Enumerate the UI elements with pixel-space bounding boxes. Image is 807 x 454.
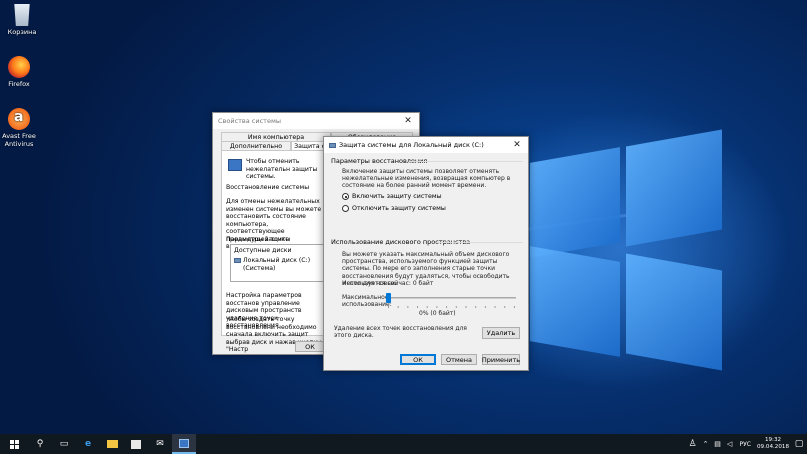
taskbar-store[interactable] <box>124 434 148 454</box>
close-icon[interactable]: ✕ <box>506 137 528 153</box>
delete-description: Удаление всех точек восстановления для э… <box>334 325 467 340</box>
restore-heading: Восстановление системы <box>226 184 310 191</box>
radio-enable-protection[interactable]: Включить защиту системы <box>342 193 442 200</box>
windows-logo-pane <box>530 246 620 357</box>
people-icon[interactable]: ♙ <box>686 434 700 454</box>
task-view-icon: ▭ <box>59 439 69 449</box>
mail-icon: ✉ <box>156 439 164 449</box>
desktop-icon-label: Корзина <box>7 28 37 36</box>
desktop-icon-firefox[interactable]: Firefox <box>0 56 41 88</box>
clock-date: 09.04.2018 <box>756 444 790 450</box>
language-indicator[interactable]: РУС <box>736 441 755 448</box>
taskbar-explorer[interactable] <box>100 434 124 454</box>
radio-indicator <box>342 205 349 212</box>
max-usage-label: Максимальное использование: <box>342 294 392 309</box>
cancel-button[interactable]: Отмена <box>441 354 477 365</box>
desktop-icon-recycle-bin[interactable]: Корзина <box>0 4 44 36</box>
available-drives-list[interactable]: Доступные диски Локальный диск (C:) (Сис… <box>230 244 326 282</box>
taskbar: ⚲ ▭ e ✉ ♙ ⌃ ▤ ◁ РУС 19:32 09.04.2018 ▢ <box>0 434 807 454</box>
intro-text: Чтобы отменить нежелательн защиты систем… <box>246 158 318 180</box>
search-icon: ⚲ <box>36 439 44 449</box>
taskbar-mail[interactable]: ✉ <box>148 434 172 454</box>
windows-logo-pane <box>530 147 620 258</box>
max-usage-slider-track[interactable] <box>386 297 516 299</box>
separator <box>409 161 523 162</box>
drive-icon <box>234 258 241 263</box>
ok-button[interactable]: ОК <box>295 341 325 352</box>
start-button[interactable] <box>0 434 28 454</box>
recycle-bin-icon <box>14 4 30 26</box>
radio-selected-indicator <box>342 193 349 200</box>
drive-icon <box>329 142 336 148</box>
volume-icon[interactable]: ◁ <box>724 434 736 454</box>
desktop-icon-avast[interactable]: Avast Free Antivirus <box>0 108 41 148</box>
window-title: Свойства системы <box>218 117 282 125</box>
dialog-title: Защита системы для Локальный диск (C:) <box>339 141 484 149</box>
apply-button[interactable]: Применить <box>482 354 520 365</box>
desktop-icon-label: Avast Free Antivirus <box>2 132 36 148</box>
windows-logo-pane <box>626 129 722 247</box>
chevron-up-icon[interactable]: ⌃ <box>700 434 712 454</box>
drive-list-item[interactable]: Локальный диск (C:) (Система) <box>243 257 325 272</box>
current-usage: Используется сейчас: 0 байт <box>342 280 434 287</box>
system-tray: ♙ ⌃ ▤ ◁ РУС 19:32 09.04.2018 ▢ <box>686 434 807 454</box>
notifications-icon[interactable]: ▢ <box>791 434 807 454</box>
delete-button[interactable]: Удалить <box>482 327 520 339</box>
radio-label: Включить защиту системы <box>352 193 442 200</box>
edge-icon: e <box>84 439 92 449</box>
list-header: Доступные диски <box>234 247 292 254</box>
system-protection-dialog: Защита системы для Локальный диск (C:) ✕… <box>323 136 529 371</box>
dialog-titlebar[interactable]: Защита системы для Локальный диск (C:) ✕ <box>324 137 528 153</box>
clock-time: 19:32 <box>764 437 782 443</box>
system-properties-titlebar[interactable]: Свойства системы ✕ <box>213 113 419 129</box>
avast-icon <box>8 108 30 130</box>
folder-icon <box>106 440 118 448</box>
windows-logo-pane <box>626 253 722 371</box>
windows-start-icon <box>9 439 19 449</box>
system-properties-icon <box>179 438 189 448</box>
slider-ticks <box>388 306 518 308</box>
slider-value: 0% (0 байт) <box>419 310 456 317</box>
ok-button[interactable]: ОК <box>400 354 436 365</box>
network-icon[interactable]: ▤ <box>712 434 724 454</box>
desktop-icon-label: Firefox <box>8 80 30 88</box>
max-usage-slider-thumb[interactable] <box>386 293 391 303</box>
restore-description: Включение защиты системы позволяет отмен… <box>342 168 511 190</box>
radio-label: Отключить защиту системы <box>352 205 446 212</box>
radio-disable-protection[interactable]: Отключить защиту системы <box>342 205 446 212</box>
close-icon[interactable]: ✕ <box>397 113 419 129</box>
taskbar-edge[interactable]: e <box>76 434 100 454</box>
taskbar-system-properties[interactable] <box>172 434 196 454</box>
separator <box>436 242 523 243</box>
search-button[interactable]: ⚲ <box>28 434 52 454</box>
system-protection-icon <box>228 159 242 171</box>
firefox-icon <box>8 56 30 78</box>
store-icon <box>131 439 141 449</box>
clock[interactable]: 19:32 09.04.2018 <box>755 437 791 451</box>
task-view-button[interactable]: ▭ <box>52 434 76 454</box>
params-heading: Параметры защиты <box>226 236 291 243</box>
